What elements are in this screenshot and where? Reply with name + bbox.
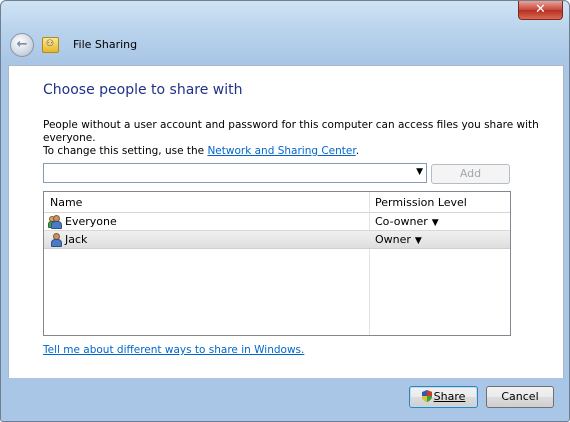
info-text: People without a user account and passwo… — [43, 119, 553, 158]
cancel-button-label: Cancel — [501, 390, 539, 403]
sharing-help-link[interactable]: Tell me about different ways to share in… — [43, 344, 304, 356]
share-button-label: Share — [433, 390, 466, 403]
add-button-label: Add — [459, 167, 482, 180]
network-sharing-center-link[interactable]: Network and Sharing Center — [207, 145, 355, 157]
permission-dropdown-everyone[interactable]: Co-owner ▼ — [375, 215, 439, 228]
file-sharing-window: ✕ ← ⚇ File Sharing Choose people to shar… — [0, 0, 570, 422]
column-header-name[interactable]: Name — [50, 196, 82, 209]
info-line-2-suffix: . — [355, 145, 360, 157]
permission-dropdown-jack[interactable]: Owner ▼ — [375, 233, 422, 246]
back-arrow-icon: ← — [16, 37, 28, 52]
close-button[interactable]: ✕ — [518, 1, 563, 20]
add-button[interactable]: Add — [431, 164, 510, 184]
share-button[interactable]: Share — [409, 386, 478, 408]
user-icon — [49, 233, 62, 247]
list-header: Name Permission Level — [44, 192, 510, 213]
dialog-content: Choose people to share with People witho… — [8, 65, 564, 378]
info-line-2-prefix: To change this setting, use the — [43, 145, 208, 157]
people-list[interactable]: Name Permission Level Everyone Co-owner ▼… — [43, 191, 511, 336]
list-item-name: Everyone — [65, 215, 117, 228]
chevron-down-icon: ▼ — [431, 218, 439, 228]
list-item-everyone[interactable]: Everyone Co-owner ▼ — [44, 213, 510, 230]
info-line-1: People without a user account and passwo… — [43, 119, 539, 144]
permission-value: Co-owner — [375, 215, 428, 228]
close-icon: ✕ — [535, 2, 546, 17]
chevron-down-icon[interactable]: ▼ — [416, 167, 423, 177]
page-heading: Choose people to share with — [43, 82, 243, 98]
users-group-icon — [48, 215, 62, 229]
cancel-button[interactable]: Cancel — [486, 386, 554, 408]
people-combo-box[interactable]: ▼ — [43, 163, 427, 183]
back-button[interactable]: ← — [10, 33, 34, 57]
list-item-jack[interactable]: Jack Owner ▼ — [44, 230, 510, 249]
permission-value: Owner — [375, 233, 411, 246]
chevron-down-icon: ▼ — [414, 236, 422, 246]
window-title: File Sharing — [73, 38, 138, 51]
info-line-2: To change this setting, use the Network … — [43, 145, 553, 158]
file-sharing-icon: ⚇ — [42, 37, 59, 53]
shield-icon — [421, 390, 432, 402]
list-item-name: Jack — [65, 233, 88, 246]
column-header-permission[interactable]: Permission Level — [375, 196, 467, 209]
